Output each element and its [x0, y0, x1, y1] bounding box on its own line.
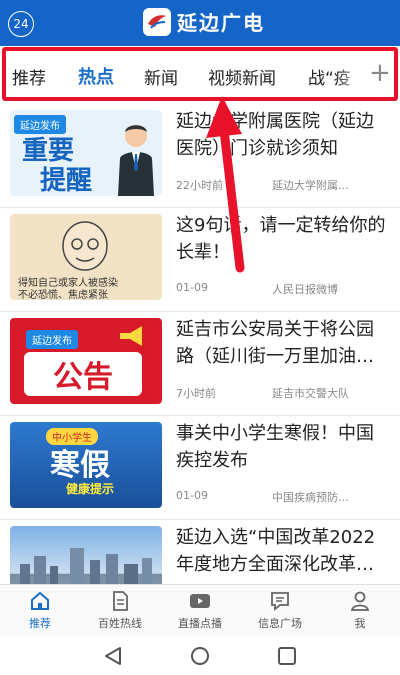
news-source: 延吉市交警大队 [272, 387, 349, 400]
doctor-illustration-icon [118, 125, 154, 196]
list-item[interactable]: 得知自己或家人被感染 不必恐慌、焦虑紧张 这9句话，请一定转给你的长辈！ 01-… [0, 208, 400, 312]
list-item[interactable]: 中小学生 寒假 健康提示 事关中小学生寒假！中国疾控发布 01-09 中国疾病预… [0, 416, 400, 520]
news-title[interactable]: 延边大学附属医院（延边医院）门诊就诊须知 [176, 108, 388, 162]
megaphone-icon [120, 326, 142, 346]
news-title[interactable]: 这9句话，请一定转给你的长辈！ [176, 212, 388, 266]
news-thumbnail: 得知自己或家人被感染 不必恐慌、焦虑紧张 [10, 214, 162, 300]
nav-label: 信息广场 [258, 617, 302, 630]
nav-live[interactable]: 直播点播 [160, 589, 240, 631]
bottom-navigation: 推荐 百姓热线 直播点播 信息广场 我 [0, 584, 400, 636]
recents-icon[interactable] [276, 646, 298, 666]
news-thumbnail [10, 526, 162, 584]
user-icon [320, 589, 400, 613]
city-skyline-icon [20, 548, 152, 584]
list-item[interactable]: 延边发布 重要 提醒 延边大学附属医院（延边医院）门诊就诊须知 22小时前 延边… [0, 104, 400, 208]
list-item[interactable]: 延边入选“中国改革2022年度地方全面深化改革… [0, 520, 400, 584]
news-source: 延边大学附属... [272, 179, 349, 192]
play-icon [160, 589, 240, 613]
nav-label: 推荐 [29, 617, 51, 630]
message-icon [240, 589, 320, 613]
news-time: 22小时前 [176, 179, 223, 192]
news-title[interactable]: 延吉市公安局关于将公园路（延川街一万里加油… [176, 316, 388, 370]
news-source: 中国疾病预防... [272, 491, 349, 504]
document-icon [80, 589, 160, 613]
notification-badge[interactable]: 24 [8, 11, 34, 37]
system-navigation-bar [0, 636, 400, 675]
top-bar: 24 延边广电 [0, 0, 400, 46]
nav-label: 百姓热线 [98, 617, 142, 630]
news-title[interactable]: 延边入选“中国改革2022年度地方全面深化改革… [176, 524, 388, 578]
home-icon [0, 589, 80, 613]
app-brand: 延边广电 [143, 7, 265, 36]
news-thumbnail: 延边发布 公告 [10, 318, 162, 404]
thumb-caption-line2: 不必恐慌、焦虑紧张 [18, 290, 108, 300]
news-title[interactable]: 事关中小学生寒假！中国疾控发布 [176, 420, 388, 474]
news-thumbnail: 中小学生 寒假 健康提示 [10, 422, 162, 508]
news-feed[interactable]: 延边发布 重要 提醒 延边大学附属医院（延边医院）门诊就诊须知 22小时前 延边… [0, 104, 400, 584]
thumb-sub-text: 健康提示 [66, 482, 115, 496]
app-title: 延边广电 [177, 11, 265, 35]
thumb-big-text: 寒假 [50, 448, 110, 483]
thumb-notice-text: 公告 [24, 352, 142, 396]
news-source: 人民日报微博 [272, 283, 338, 296]
news-time: 01-09 [176, 489, 208, 502]
nav-hotline[interactable]: 百姓热线 [80, 589, 160, 631]
nav-info-square[interactable]: 信息广场 [240, 589, 320, 631]
nav-recommend[interactable]: 推荐 [0, 589, 80, 631]
nav-me[interactable]: 我 [320, 589, 400, 631]
news-thumbnail: 延边发布 重要 提醒 [10, 110, 162, 196]
elderly-man-illustration-icon [62, 221, 108, 271]
news-time: 7小时前 [176, 387, 216, 400]
yanbian-broadcast-logo-icon [143, 7, 171, 36]
nav-label: 直播点播 [178, 617, 222, 630]
home-circle-icon[interactable] [189, 646, 211, 666]
news-time: 01-09 [176, 281, 208, 294]
thumb-tag: 延边发布 [26, 330, 78, 349]
tab-bar-highlight-box [2, 47, 398, 101]
list-item[interactable]: 延边发布 公告 延吉市公安局关于将公园路（延川街一万里加油… 7小时前 延吉市交… [0, 312, 400, 416]
thumb-text-line2: 提醒 [40, 166, 93, 196]
back-icon[interactable] [102, 646, 124, 666]
nav-label: 我 [354, 617, 366, 630]
